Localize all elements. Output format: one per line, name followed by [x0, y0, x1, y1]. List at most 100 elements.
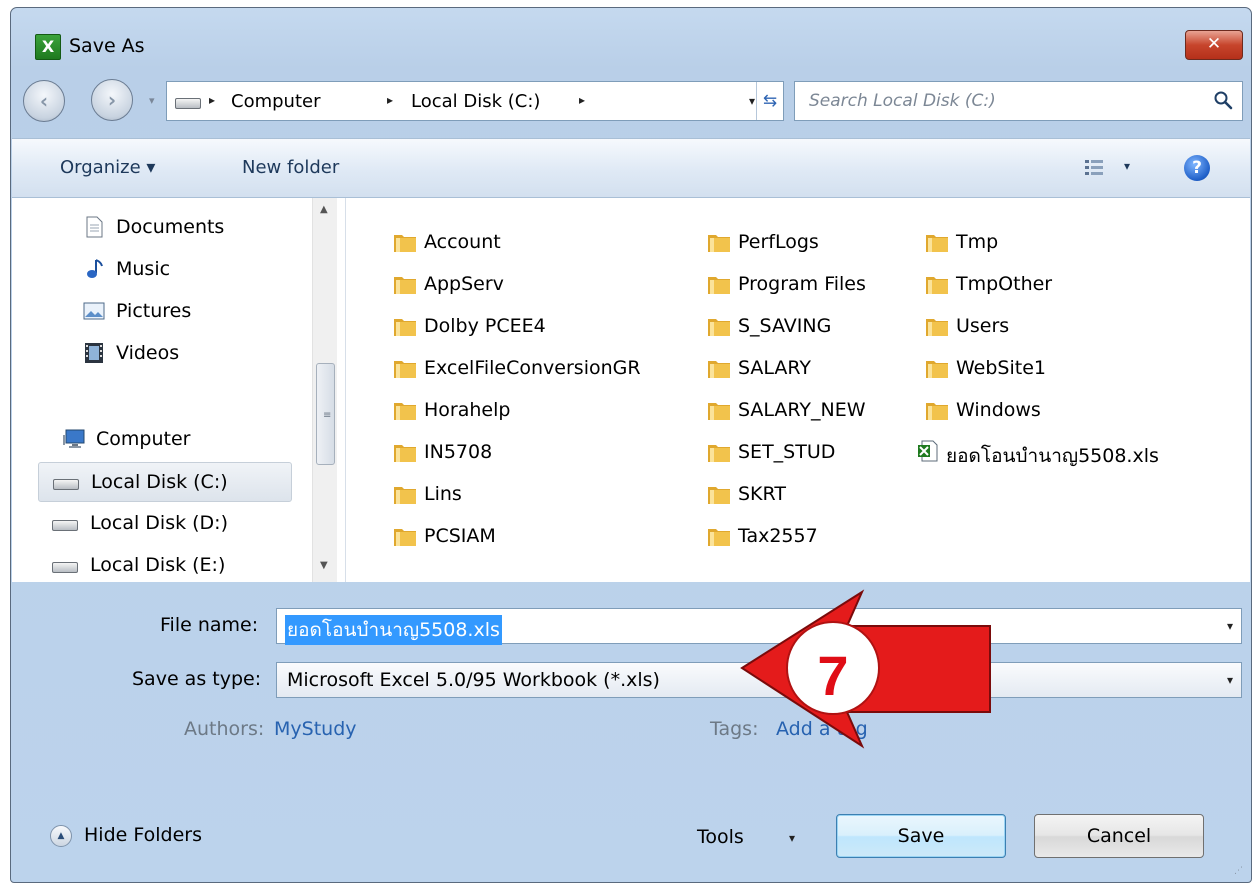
organize-button[interactable]: Organize ▾	[60, 157, 155, 178]
file-name-input[interactable]: ยอดโอนบำนาญ5508.xls ▾	[276, 608, 1242, 645]
folder-icon	[926, 277, 948, 294]
save-as-type-select[interactable]: Microsoft Excel 5.0/95 Workbook (*.xls) …	[276, 662, 1242, 698]
views-icon[interactable]	[1084, 159, 1104, 177]
folder-label: TmpOther	[956, 273, 1053, 295]
excel-app-icon: X	[35, 34, 61, 60]
folder-item[interactable]: Tax2557	[696, 518, 996, 554]
folder-item[interactable]: SKRT	[696, 476, 996, 512]
save-button[interactable]: Save	[836, 814, 1006, 858]
folder-icon	[926, 361, 948, 378]
folder-label: IN5708	[424, 441, 493, 463]
save-as-type-dropdown-icon[interactable]: ▾	[1227, 673, 1233, 687]
folder-item[interactable]: Users	[914, 308, 1214, 344]
breadcrumb-separator-icon[interactable]: ▸	[209, 93, 215, 107]
recent-locations-arrow-icon[interactable]: ▾	[149, 94, 155, 107]
folder-label: S_SAVING	[738, 315, 832, 337]
close-button[interactable]: ✕	[1185, 30, 1243, 60]
back-button[interactable]: ‹	[23, 80, 65, 122]
breadcrumb-separator-icon[interactable]: ▸	[579, 93, 585, 107]
save-as-type-label: Save as type:	[132, 668, 262, 690]
scrollbar-thumb[interactable]: ≡	[316, 363, 335, 465]
folder-item[interactable]: WebSite1	[914, 350, 1214, 386]
nav-item-local-disk-c[interactable]: Local Disk (C:)	[38, 462, 292, 502]
folder-item[interactable]: AppServ	[382, 266, 682, 302]
nav-scrollbar[interactable]: ▲ ≡ ▼	[312, 198, 337, 582]
collapse-arrow-icon: ▲	[50, 825, 72, 847]
folder-item[interactable]: SET_STUD	[696, 434, 996, 470]
cancel-button[interactable]: Cancel	[1034, 814, 1204, 858]
tags-value[interactable]: Add a tag	[776, 718, 868, 740]
forward-button[interactable]: ›	[91, 79, 133, 121]
folder-icon	[708, 403, 730, 420]
folder-item[interactable]: Tmp	[914, 224, 1214, 260]
folder-label: Lins	[424, 483, 462, 505]
music-icon	[87, 259, 103, 278]
navigation-pane: Documents Music Pictures Videos Computer…	[12, 198, 346, 582]
videos-icon	[85, 343, 103, 363]
folder-icon	[394, 403, 416, 420]
nav-item-music[interactable]: Music	[72, 250, 302, 290]
computer-icon	[63, 429, 85, 448]
save-options-panel: File name: ยอดโอนบำนาญ5508.xls ▾ Save as…	[12, 582, 1250, 882]
folder-item[interactable]: Account	[382, 224, 682, 260]
help-icon[interactable]: ?	[1184, 155, 1210, 181]
search-input[interactable]: Search Local Disk (C:)	[794, 81, 1243, 121]
views-dropdown-icon[interactable]: ▾	[1124, 159, 1130, 173]
authors-label: Authors:	[184, 718, 265, 740]
breadcrumb-local-disk-c[interactable]: Local Disk (C:)	[411, 91, 540, 112]
folder-item[interactable]: ExcelFileConversionGR	[382, 350, 682, 386]
folder-item[interactable]: PCSIAM	[382, 518, 682, 554]
command-toolbar: Organize ▾ New folder ▾ ?	[12, 138, 1250, 198]
nav-item-documents[interactable]: Documents	[72, 208, 302, 248]
drive-icon	[52, 511, 78, 535]
nav-item-pictures[interactable]: Pictures	[72, 292, 302, 332]
nav-item-label: Local Disk (D:)	[90, 512, 228, 534]
folder-label: Horahelp	[424, 399, 511, 421]
address-dropdown-icon[interactable]: ▾	[749, 94, 755, 108]
search-icon[interactable]	[1213, 90, 1233, 110]
tools-button[interactable]: Tools	[697, 826, 744, 848]
folder-label: SKRT	[738, 483, 786, 505]
nav-item-local-disk-e[interactable]: Local Disk (E:)	[38, 546, 292, 582]
documents-icon	[86, 216, 103, 238]
scroll-up-icon[interactable]: ▲	[320, 204, 328, 215]
save-as-dialog: X Save As ✕ ‹ › ▾ ▸ Computer ▸ Local Dis…	[10, 7, 1252, 883]
file-name-dropdown-icon[interactable]: ▾	[1227, 619, 1233, 633]
folder-label: SET_STUD	[738, 441, 836, 463]
nav-item-computer[interactable]: Computer	[52, 420, 302, 460]
folder-item[interactable]: Lins	[382, 476, 682, 512]
folder-label: PCSIAM	[424, 525, 496, 547]
new-folder-button[interactable]: New folder	[242, 157, 339, 178]
save-as-type-value: Microsoft Excel 5.0/95 Workbook (*.xls)	[287, 669, 660, 691]
folder-label: SALARY_NEW	[738, 399, 866, 421]
folder-label: Tax2557	[738, 525, 818, 547]
folder-icon	[708, 277, 730, 294]
folder-icon	[394, 319, 416, 336]
resize-grip-icon[interactable]: ⋰	[1234, 866, 1244, 876]
breadcrumb-separator-icon[interactable]: ▸	[387, 93, 393, 107]
address-bar[interactable]: ▸ Computer ▸ Local Disk (C:) ▸ ▾ ⇆	[166, 81, 784, 121]
folder-icon	[708, 487, 730, 504]
folder-item[interactable]: Dolby PCEE4	[382, 308, 682, 344]
folder-label: Users	[956, 315, 1010, 337]
nav-item-videos[interactable]: Videos	[72, 334, 302, 374]
folder-item[interactable]: Horahelp	[382, 392, 682, 428]
nav-item-label: Local Disk (C:)	[91, 471, 228, 493]
folder-item[interactable]: Windows	[914, 392, 1214, 428]
authors-value[interactable]: MyStudy	[274, 718, 357, 740]
window-title: Save As	[69, 35, 145, 57]
breadcrumb-computer[interactable]: Computer	[231, 91, 320, 112]
nav-item-local-disk-d[interactable]: Local Disk (D:)	[38, 504, 292, 544]
scroll-down-icon[interactable]: ▼	[320, 560, 328, 571]
tools-dropdown-icon[interactable]: ▾	[789, 831, 795, 845]
folder-label: AppServ	[424, 273, 504, 295]
folder-icon	[926, 403, 948, 420]
nav-item-label: Documents	[116, 216, 225, 238]
folder-icon	[708, 361, 730, 378]
search-placeholder: Search Local Disk (C:)	[809, 91, 996, 111]
nav-item-label: Local Disk (E:)	[90, 554, 226, 576]
folder-item[interactable]: TmpOther	[914, 266, 1214, 302]
refresh-button[interactable]: ⇆	[756, 82, 783, 120]
folder-icon	[708, 445, 730, 462]
folder-item[interactable]: IN5708	[382, 434, 682, 470]
